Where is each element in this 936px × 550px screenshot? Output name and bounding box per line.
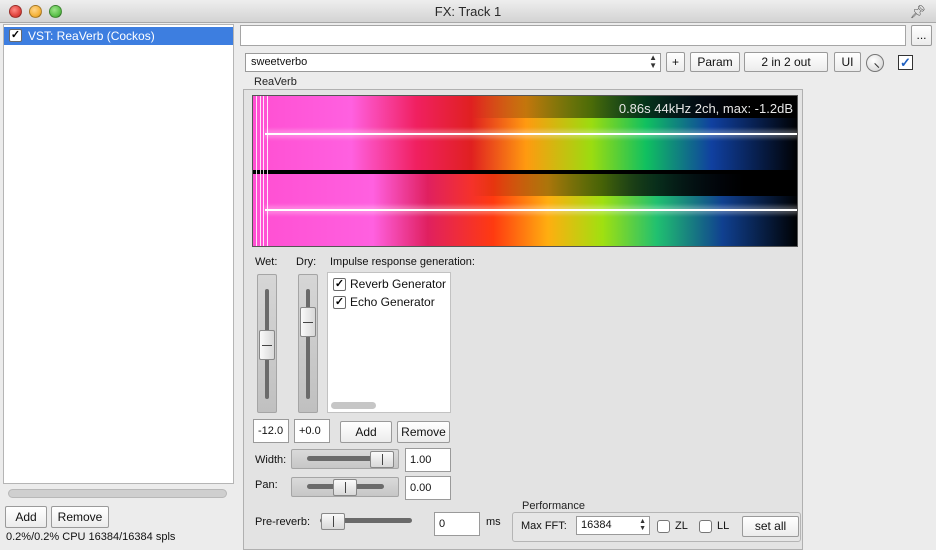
pan-label: Pan: <box>255 479 278 491</box>
zl-label: ZL <box>675 520 688 532</box>
waveform-right <box>265 209 797 211</box>
prereverb-label: Pre-reverb: <box>255 516 311 528</box>
fx-list-scrollbar[interactable] <box>8 489 227 498</box>
impulse-spectrogram: 0.86s 44kHz 2ch, max: -1.2dB <box>252 95 798 247</box>
param-button[interactable]: Param <box>690 52 740 72</box>
pan-slider-thumb[interactable] <box>333 479 357 496</box>
prereverb-value-field[interactable]: 0 <box>434 512 480 536</box>
wet-value-field[interactable]: -12.0 <box>253 419 289 443</box>
remove-fx-button[interactable]: Remove <box>51 506 109 528</box>
reverb-generator-checkbox[interactable]: ✓ <box>333 278 346 291</box>
preset-select[interactable]: sweetverbo ▲ ▼ <box>245 53 661 72</box>
dry-label: Dry: <box>296 256 317 268</box>
spectrogram-info: 0.86s 44kHz 2ch, max: -1.2dB <box>618 101 793 116</box>
max-fft-select[interactable]: 16384 ▲ ▼ <box>576 516 650 535</box>
wet-fader[interactable] <box>257 274 277 413</box>
dry-fader-groove <box>306 289 310 399</box>
add-preset-button[interactable]: + <box>666 52 685 72</box>
add-generator-button[interactable]: Add <box>340 421 392 443</box>
fx-enable-checkbox[interactable]: ✓ <box>9 29 22 42</box>
wet-knob-icon[interactable] <box>866 54 884 72</box>
fx-list-item[interactable]: ✓ VST: ReaVerb (Cockos) <box>4 27 233 45</box>
ir-generator-list[interactable]: ✓ Reverb Generator ✓ Echo Generator <box>327 272 451 413</box>
waveform-tick <box>263 96 264 246</box>
ll-label: LL <box>717 520 730 532</box>
title-bar: FX: Track 1 📌︎ <box>0 0 936 23</box>
prereverb-unit: ms <box>486 516 501 528</box>
echo-generator-checkbox[interactable]: ✓ <box>333 296 346 309</box>
pan-value-field[interactable]: 0.00 <box>405 476 451 500</box>
add-fx-button[interactable]: Add <box>5 506 47 528</box>
select-arrows-icon: ▲ ▼ <box>649 53 657 70</box>
width-value-field[interactable]: 1.00 <box>405 448 451 472</box>
pin-icon[interactable]: 📌︎ <box>909 4 926 20</box>
prereverb-slider[interactable] <box>320 513 412 530</box>
wet-label: Wet: <box>255 256 278 268</box>
waveform-tick <box>256 96 257 246</box>
pan-slider[interactable] <box>307 479 384 496</box>
remove-generator-button[interactable]: Remove <box>397 421 450 443</box>
io-routing-button[interactable]: 2 in 2 out <box>744 52 828 72</box>
waveform-left <box>265 133 797 135</box>
max-fft-label: Max FFT: <box>521 520 567 532</box>
ui-button[interactable]: UI <box>834 52 861 72</box>
ir-generation-label: Impulse response generation: <box>330 256 475 268</box>
wet-fader-thumb[interactable] <box>259 330 275 360</box>
browse-button[interactable]: ... <box>911 25 932 46</box>
performance-label: Performance <box>522 500 585 512</box>
width-label: Width: <box>255 454 287 466</box>
fx-bypass-checkbox[interactable]: ✓ <box>898 55 913 70</box>
fx-filter-input[interactable] <box>240 25 906 46</box>
list-item[interactable]: ✓ Reverb Generator <box>331 276 446 294</box>
dry-fader[interactable] <box>298 274 318 413</box>
list-item[interactable]: ✓ Echo Generator <box>331 294 435 312</box>
width-slider-thumb[interactable] <box>370 451 394 468</box>
select-arrows-icon: ▲ ▼ <box>639 518 646 532</box>
preset-value: sweetverbo <box>251 56 308 68</box>
ll-checkbox[interactable] <box>699 520 712 533</box>
prereverb-slider-thumb[interactable] <box>321 513 345 530</box>
fx-chain-list[interactable]: ✓ VST: ReaVerb (Cockos) <box>3 24 234 484</box>
ir-list-scrollbar[interactable] <box>331 402 376 409</box>
waveform-tick <box>267 96 268 246</box>
cpu-status: 0.2%/0.2% CPU 16384/16384 spls <box>6 531 176 543</box>
max-fft-value: 16384 <box>581 519 612 531</box>
zl-checkbox[interactable] <box>657 520 670 533</box>
list-item-label: Reverb Generator <box>350 277 447 291</box>
list-item-label: Echo Generator <box>350 295 435 309</box>
set-all-button[interactable]: set all <box>742 516 799 537</box>
fx-list-item-label: VST: ReaVerb (Cockos) <box>28 29 155 43</box>
waveform-tick <box>260 96 261 246</box>
window-title: FX: Track 1 <box>434 4 502 19</box>
dry-value-field[interactable]: +0.0 <box>294 419 330 443</box>
dry-fader-thumb[interactable] <box>300 307 316 337</box>
plugin-name: ReaVerb <box>254 76 297 88</box>
width-slider[interactable] <box>307 451 394 468</box>
